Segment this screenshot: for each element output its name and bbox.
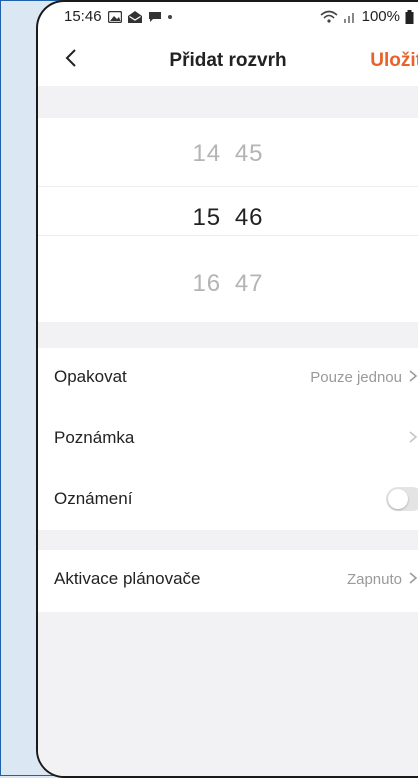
chevron-right-icon — [409, 370, 418, 382]
repeat-label: Opakovat — [54, 367, 127, 386]
chevron-right-icon — [409, 431, 418, 443]
scheduler-row[interactable]: Aktivace plánovače Zapnuto — [38, 550, 418, 608]
picker-row-below[interactable]: 16 47 — [38, 270, 418, 298]
repeat-value: Pouze jednou — [310, 368, 402, 386]
notification-toggle[interactable] — [386, 487, 418, 511]
gallery-icon — [107, 10, 122, 23]
mail-icon — [127, 10, 142, 23]
status-time: 15:46 — [64, 8, 102, 25]
page-title: Přidat rozvrh — [169, 50, 287, 71]
notification-dot-icon — [167, 14, 172, 19]
nav-bar: Přidat rozvrh Uložit — [38, 34, 418, 86]
section-divider — [38, 322, 418, 348]
toggle-knob — [388, 489, 408, 509]
repeat-row[interactable]: Opakovat Pouze jednou — [38, 348, 418, 406]
picker-row-above[interactable]: 14 45 — [38, 140, 418, 168]
scheduler-label: Aktivace plánovače — [54, 569, 201, 588]
section-divider — [38, 86, 418, 118]
time-picker[interactable]: 14 45 15 46 16 47 — [38, 118, 418, 322]
picker-divider — [38, 186, 418, 187]
notification-row: Oznámení — [38, 470, 418, 528]
battery-icon — [405, 9, 414, 24]
picker-hour: 14 — [192, 140, 222, 167]
notification-label: Oznámení — [54, 489, 133, 508]
save-button[interactable]: Uložit — [370, 50, 418, 72]
battery-percent: 100% — [361, 8, 400, 25]
picker-divider — [38, 235, 418, 236]
section-divider — [38, 530, 418, 550]
picker-row-selected[interactable]: 15 46 — [38, 204, 418, 232]
picker-hour: 15 — [192, 204, 222, 231]
scheduler-value: Zapnuto — [346, 570, 402, 588]
picker-minute: 47 — [234, 270, 264, 297]
signal-icon — [343, 12, 354, 23]
chat-icon — [148, 11, 161, 22]
picker-minute: 46 — [234, 204, 264, 231]
picker-hour: 16 — [192, 270, 222, 297]
phone-screen: 15:46 100% Přidat rozvrh Uložit 14 45 15… — [36, 0, 418, 778]
picker-minute: 45 — [234, 140, 264, 167]
status-bar: 15:46 100% — [38, 2, 418, 32]
note-row[interactable]: Poznámka — [38, 409, 418, 467]
empty-area — [38, 612, 418, 776]
wifi-icon — [320, 10, 338, 23]
chevron-right-icon — [409, 572, 418, 584]
note-label: Poznámka — [54, 428, 135, 447]
